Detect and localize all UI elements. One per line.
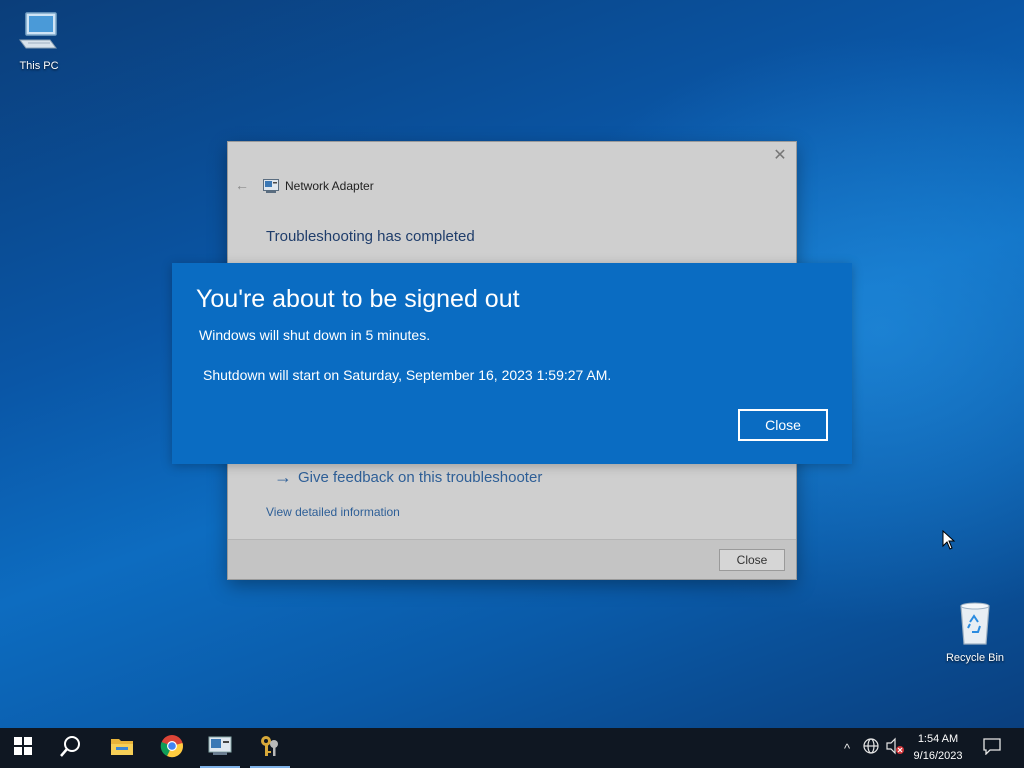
globe-network-icon (862, 737, 880, 760)
desktop: This PC Recycle Bin ✕ ← Network Adapter … (0, 0, 1024, 728)
file-explorer-taskbar-button[interactable] (99, 728, 145, 768)
recycle-bin-desktop-icon[interactable]: Recycle Bin (940, 600, 1010, 664)
file-explorer-icon (110, 736, 134, 761)
keys-app-taskbar-button[interactable] (247, 728, 293, 768)
clock-time: 1:54 AM (917, 733, 959, 745)
troubleshooter-close-button[interactable]: Close (719, 549, 785, 571)
troubleshooting-heading: Troubleshooting has completed (266, 228, 475, 245)
shutdown-time-text: Shutdown will start on Saturday, Septemb… (203, 367, 612, 383)
chrome-icon (160, 734, 184, 763)
computer-icon (4, 8, 74, 57)
network-adapter-icon (263, 179, 279, 198)
network-status-button[interactable] (860, 728, 882, 768)
window-footer: Close (228, 539, 796, 579)
window-title: Network Adapter (285, 179, 374, 193)
window-close-icon[interactable]: ✕ (772, 148, 788, 164)
volume-button[interactable] (884, 728, 906, 768)
troubleshooter-taskbar-button[interactable] (197, 728, 243, 768)
notification-icon (983, 737, 1001, 760)
volume-muted-icon (885, 737, 905, 760)
chevron-up-icon: ^ (843, 740, 851, 756)
signout-title: You're about to be signed out (196, 285, 520, 313)
chrome-taskbar-button[interactable] (149, 728, 195, 768)
this-pc-label: This PC (19, 60, 59, 72)
signout-dialog: You're about to be signed out Windows wi… (172, 263, 852, 464)
shutdown-message: Windows will shut down in 5 minutes. (199, 327, 431, 343)
start-button[interactable] (0, 728, 46, 768)
taskbar-clock[interactable]: 1:54 AM 9/16/2023 (906, 731, 970, 765)
windows-start-icon (14, 736, 32, 760)
show-hidden-icons-button[interactable]: ^ (838, 728, 856, 768)
network-adapter-troubleshooter-icon (208, 736, 232, 761)
view-detailed-information-link[interactable]: View detailed information (266, 505, 400, 519)
recycle-bin-label: Recycle Bin (945, 652, 1005, 664)
back-arrow-icon[interactable]: ← (235, 177, 249, 193)
action-center-button[interactable] (978, 728, 1006, 768)
signout-close-button[interactable]: Close (738, 409, 828, 441)
recycle-bin-icon (940, 600, 1010, 649)
clock-date: 9/16/2023 (913, 750, 963, 762)
this-pc-desktop-icon[interactable]: This PC (4, 8, 74, 72)
give-feedback-label: Give feedback on this troubleshooter (298, 469, 543, 486)
taskbar: ^ 1:54 AM 9/16/2023 (0, 728, 1024, 768)
keys-app-icon (258, 734, 282, 763)
give-feedback-link[interactable]: → Give feedback on this troubleshooter (274, 467, 542, 488)
search-icon (60, 735, 82, 762)
mouse-cursor-icon (942, 529, 956, 555)
search-button[interactable] (48, 728, 94, 768)
arrow-right-icon: → (274, 467, 292, 487)
